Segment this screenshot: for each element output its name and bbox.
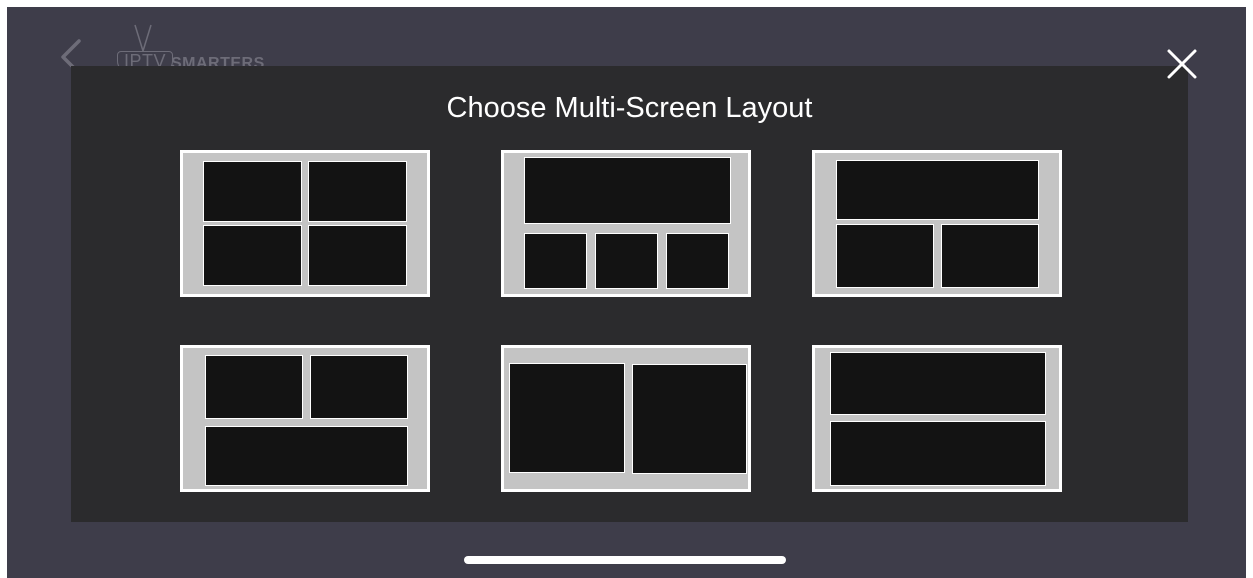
- layout-pane: [836, 160, 1039, 220]
- layout-two-side-by-side[interactable]: [501, 345, 751, 492]
- layout-pane: [203, 161, 302, 222]
- layout-pane: [205, 355, 303, 419]
- layout-pane: [509, 363, 625, 473]
- layout-pane: [310, 355, 408, 419]
- layout-pane: [830, 421, 1046, 486]
- layout-two-top-one-bottom[interactable]: [180, 345, 430, 492]
- layout-pane: [308, 225, 407, 286]
- layout-pane: [830, 352, 1046, 415]
- modal-title: Choose Multi-Screen Layout: [446, 92, 813, 124]
- layout-pane: [205, 426, 408, 486]
- layout-pane: [203, 225, 302, 286]
- layout-chooser-modal: Choose Multi-Screen Layout: [71, 66, 1188, 522]
- layout-two-stacked[interactable]: [812, 345, 1062, 492]
- layout-pane: [632, 364, 747, 474]
- home-indicator: [464, 556, 786, 564]
- layout-pane: [836, 224, 934, 288]
- layout-four-grid[interactable]: [180, 150, 430, 297]
- app-screen: IPTV SMARTERS Choose Multi-Screen Layout: [7, 7, 1246, 578]
- layout-one-top-two-bottom[interactable]: [812, 150, 1062, 297]
- layout-pane: [941, 224, 1039, 288]
- close-icon[interactable]: [1165, 47, 1199, 81]
- layout-pane: [308, 161, 407, 222]
- layout-pane: [524, 233, 587, 289]
- layout-one-top-three-bottom[interactable]: [501, 150, 751, 297]
- layout-pane: [524, 157, 731, 224]
- layout-pane: [666, 233, 729, 289]
- tv-antenna-icon: [134, 24, 152, 52]
- layout-pane: [595, 233, 658, 289]
